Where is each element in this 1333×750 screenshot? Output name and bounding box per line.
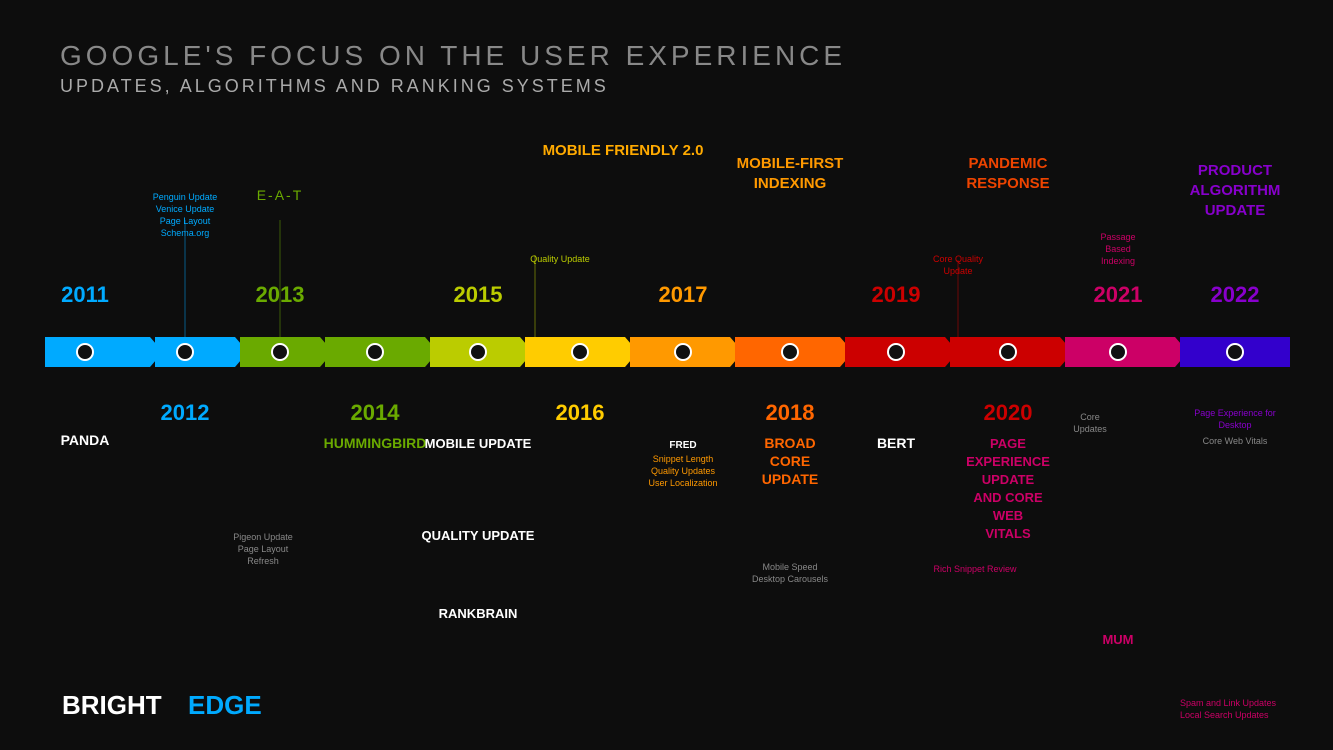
svg-text:Pigeon Update: Pigeon Update — [233, 532, 293, 542]
svg-text:Page Experience for: Page Experience for — [1194, 408, 1276, 418]
svg-text:Schema.org: Schema.org — [161, 228, 210, 238]
svg-text:Rich Snippet Review: Rich Snippet Review — [933, 564, 1017, 574]
svg-text:2016: 2016 — [556, 400, 605, 425]
svg-text:Mobile Speed: Mobile Speed — [762, 562, 817, 572]
svg-text:PAGE: PAGE — [990, 436, 1026, 451]
svg-text:FRED: FRED — [669, 440, 696, 451]
svg-text:2020: 2020 — [984, 400, 1033, 425]
svg-text:2012: 2012 — [161, 400, 210, 425]
svg-text:BERT: BERT — [877, 435, 916, 451]
svg-text:2011: 2011 — [61, 282, 109, 307]
svg-text:CORE: CORE — [770, 453, 810, 469]
svg-text:Updates: Updates — [1073, 424, 1107, 434]
page-container: GOOGLE'S FOCUS ON THE USER EXPERIENCE UP… — [0, 0, 1333, 750]
svg-text:Core Web Vitals: Core Web Vitals — [1203, 436, 1268, 446]
timeline-svg: 2011 2013 2015 2017 2019 2021 2022 2012 … — [0, 0, 1333, 750]
svg-text:ALGORITHM: ALGORITHM — [1190, 182, 1281, 199]
svg-text:PANDEMIC: PANDEMIC — [969, 155, 1048, 172]
svg-text:Desktop Carousels: Desktop Carousels — [752, 574, 829, 584]
svg-text:Refresh: Refresh — [247, 556, 279, 566]
svg-text:Page Layout: Page Layout — [160, 216, 211, 226]
svg-text:Local Search Updates: Local Search Updates — [1180, 710, 1269, 720]
svg-text:PANDA: PANDA — [61, 432, 110, 448]
svg-text:MUM: MUM — [1102, 632, 1133, 647]
svg-text:Page Layout: Page Layout — [238, 544, 289, 554]
svg-text:UPDATE: UPDATE — [982, 472, 1035, 487]
svg-text:2017: 2017 — [659, 282, 708, 307]
svg-text:BROAD: BROAD — [764, 435, 815, 451]
svg-text:Indexing: Indexing — [1101, 256, 1135, 266]
svg-text:Quality Update: Quality Update — [530, 254, 590, 264]
svg-text:Core: Core — [1080, 412, 1100, 422]
svg-text:HUMMINGBIRD: HUMMINGBIRD — [324, 435, 427, 451]
svg-text:UPDATE: UPDATE — [1205, 202, 1266, 219]
svg-text:E-A-T: E-A-T — [257, 187, 304, 203]
svg-text:2015: 2015 — [454, 282, 503, 307]
svg-text:MOBILE FRIENDLY 2.0: MOBILE FRIENDLY 2.0 — [543, 142, 704, 159]
svg-text:INDEXING: INDEXING — [754, 175, 827, 192]
svg-text:Venice Update: Venice Update — [156, 204, 215, 214]
svg-text:Passage: Passage — [1100, 232, 1135, 242]
svg-text:AND CORE: AND CORE — [973, 490, 1043, 505]
svg-text:Quality Updates: Quality Updates — [651, 466, 716, 476]
svg-text:2014: 2014 — [351, 400, 401, 425]
svg-text:EDGE: EDGE — [188, 690, 262, 720]
svg-text:MOBILE UPDATE: MOBILE UPDATE — [425, 436, 532, 451]
svg-text:QUALITY UPDATE: QUALITY UPDATE — [422, 528, 535, 543]
svg-text:RANKBRAIN: RANKBRAIN — [439, 606, 518, 621]
svg-text:VITALS: VITALS — [985, 526, 1031, 541]
svg-text:2022: 2022 — [1211, 282, 1260, 307]
svg-text:2019: 2019 — [872, 282, 921, 307]
svg-text:Penguin Update: Penguin Update — [153, 192, 218, 202]
svg-text:MOBILE-FIRST: MOBILE-FIRST — [737, 155, 844, 172]
svg-text:EXPERIENCE: EXPERIENCE — [966, 454, 1050, 469]
svg-text:Based: Based — [1105, 244, 1131, 254]
svg-text:RESPONSE: RESPONSE — [966, 175, 1049, 192]
svg-text:Snippet Length: Snippet Length — [653, 454, 714, 464]
svg-text:2021: 2021 — [1094, 282, 1143, 307]
svg-text:Update: Update — [943, 266, 972, 276]
svg-text:UPDATE: UPDATE — [762, 471, 819, 487]
svg-text:Spam and Link Updates: Spam and Link Updates — [1180, 698, 1277, 708]
svg-text:Core Quality: Core Quality — [933, 254, 984, 264]
svg-text:User Localization: User Localization — [648, 478, 717, 488]
svg-text:PRODUCT: PRODUCT — [1198, 162, 1272, 179]
svg-text:2018: 2018 — [766, 400, 815, 425]
svg-text:Desktop: Desktop — [1218, 420, 1251, 430]
svg-text:BRIGHT: BRIGHT — [62, 690, 162, 720]
svg-text:WEB: WEB — [993, 508, 1023, 523]
